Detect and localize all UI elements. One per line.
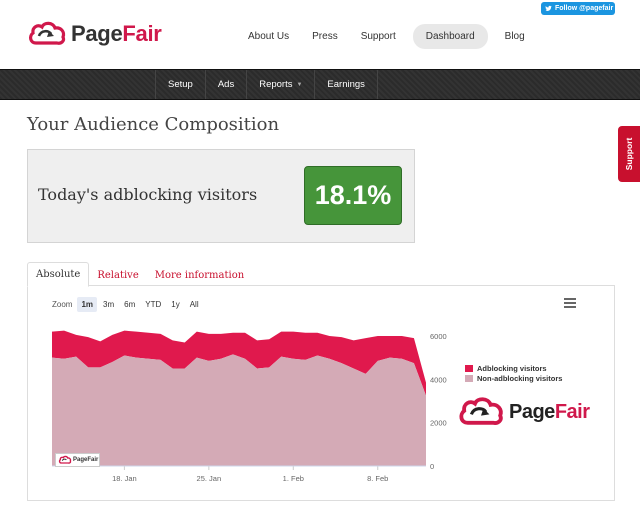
audience-chart: 0 2000 4000 6000 18. Jan 25. Jan 1. Feb 8. Feb (52, 330, 447, 483)
nav-blog[interactable]: Blog (495, 24, 535, 49)
zoom-all-button[interactable]: All (186, 297, 203, 312)
legend-non-adblocking[interactable]: Non-adblocking visitors (465, 374, 562, 383)
nav-about-us[interactable]: About Us (238, 24, 299, 49)
subnav-earnings[interactable]: Earnings (315, 70, 378, 99)
stat-label: Today's adblocking visitors (38, 185, 258, 204)
tab-absolute[interactable]: Absolute (27, 262, 90, 287)
y-tick-label: 6000 (430, 332, 447, 341)
y-tick-label: 4000 (430, 375, 447, 384)
legend-adblocking-swatch (465, 365, 473, 372)
y-tick-label: 0 (430, 462, 434, 471)
nav-support[interactable]: Support (351, 24, 406, 49)
zoom-bar: Zoom 1m 3m 6m YTD 1y All (52, 297, 203, 312)
hamburger-menu-icon[interactable] (564, 298, 576, 308)
logo-text-page: Page (71, 21, 123, 46)
chart-logo-text-page: Page (509, 400, 555, 423)
cloud-logo-icon (58, 455, 72, 464)
support-side-tab-label: Support (624, 137, 634, 171)
zoom-1y-button[interactable]: 1y (167, 297, 183, 312)
zoom-3m-button[interactable]: 3m (99, 297, 118, 312)
chart-logo-text: PageFair (509, 401, 590, 424)
legend-non-adblocking-label: Non-adblocking visitors (477, 374, 563, 383)
series-non-adblocking-area (52, 354, 426, 466)
legend-adblocking-label: Adblocking visitors (477, 364, 547, 373)
stat-value-badge: 18.1% (304, 166, 402, 225)
tab-more-information[interactable]: More information (147, 264, 252, 287)
y-tick-label: 2000 (430, 419, 447, 428)
page-title: Your Audience Composition (27, 114, 280, 135)
zoom-ytd-button[interactable]: YTD (141, 297, 165, 312)
page: Follow @pagefair PageFair About Us Press… (0, 0, 640, 515)
adblock-stat-panel: Today's adblocking visitors 18.1% (27, 149, 415, 243)
pagefair-logo[interactable]: PageFair (27, 19, 162, 49)
twitter-bird-icon (545, 5, 552, 12)
subnav-setup[interactable]: Setup (156, 70, 206, 99)
cloud-logo-icon (29, 21, 66, 45)
nav-dashboard[interactable]: Dashboard (412, 24, 488, 49)
zoom-label: Zoom (52, 300, 73, 309)
zoom-1m-button[interactable]: 1m (77, 297, 98, 312)
legend-adblocking[interactable]: Adblocking visitors (465, 364, 547, 373)
x-tick-label: 1. Feb (283, 474, 304, 483)
nav-press[interactable]: Press (302, 24, 348, 49)
subnav-reports[interactable]: Reports ▼ (247, 70, 316, 99)
zoom-6m-button[interactable]: 6m (120, 297, 139, 312)
subnav-ads[interactable]: Ads (206, 70, 248, 99)
sub-nav-items: Setup Ads Reports ▼ Earnings (155, 70, 378, 99)
logo-text: PageFair (71, 21, 162, 47)
support-side-tab[interactable]: Support (618, 126, 640, 182)
twitter-follow-button[interactable]: Follow @pagefair (541, 2, 615, 15)
chart-pagefair-logo: PageFair (455, 394, 590, 430)
subnav-earnings-label: Earnings (327, 79, 365, 90)
mini-pagefair-watermark: PageFair (55, 453, 100, 467)
mini-logo-text: PageFair (73, 457, 99, 463)
chart-logo-text-fair: Fair (554, 400, 590, 423)
subnav-setup-label: Setup (168, 79, 193, 90)
top-nav: About Us Press Support Dashboard Blog (238, 24, 538, 49)
logo-text-fair: Fair (122, 21, 162, 46)
subnav-reports-label: Reports (259, 79, 293, 90)
subnav-ads-label: Ads (217, 79, 235, 90)
cloud-logo-icon (459, 397, 503, 425)
chart-tabs: Absolute Relative More information (27, 262, 252, 287)
twitter-follow-label: Follow @pagefair (555, 5, 614, 12)
chevron-down-icon: ▼ (296, 81, 303, 88)
x-tick-label: 8. Feb (367, 474, 388, 483)
legend-non-adblocking-swatch (465, 375, 473, 382)
sub-nav-bar: Setup Ads Reports ▼ Earnings (0, 69, 640, 100)
x-tick-label: 18. Jan (112, 474, 137, 483)
x-tick-label: 25. Jan (197, 474, 222, 483)
tab-relative[interactable]: Relative (89, 264, 146, 287)
